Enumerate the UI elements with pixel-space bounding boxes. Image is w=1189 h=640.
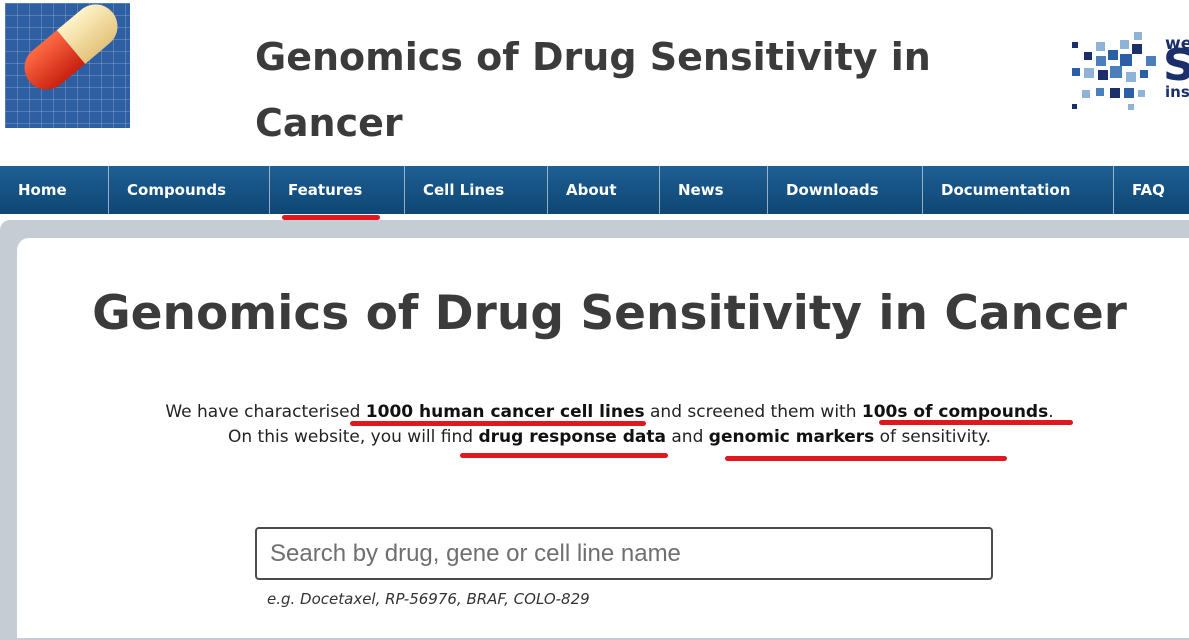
main-nav: Home Compounds Features Cell Lines About… <box>0 166 1189 214</box>
site-title: Genomics of Drug Sensitivity in Cancer <box>255 35 931 145</box>
annotation-underline <box>460 453 668 458</box>
nav-item-compounds[interactable]: Compounds <box>109 166 270 214</box>
annotation-underline <box>350 421 646 426</box>
nav-item-home[interactable]: Home <box>0 166 109 214</box>
partner-logo-text-3: ins <box>1165 83 1189 101</box>
intro-link-cell-lines[interactable]: 1000 human cancer cell lines <box>366 402 645 422</box>
partner-logo-text-2: S <box>1163 40 1189 91</box>
intro-text-part: of sensitivity. <box>874 427 991 447</box>
intro-text-part: We have characterised <box>165 402 366 422</box>
nav-item-faq[interactable]: FAQ <box>1114 166 1189 214</box>
pill-capsule-icon <box>15 3 127 99</box>
nav-item-cell-lines[interactable]: Cell Lines <box>405 166 548 214</box>
intro-text-part: and <box>665 427 709 447</box>
intro-link-genomic-markers[interactable]: genomic markers <box>709 427 874 447</box>
nav-item-downloads[interactable]: Downloads <box>768 166 923 214</box>
intro-text-part: On this website, you will find <box>228 427 479 447</box>
search-input[interactable] <box>255 527 993 580</box>
annotation-underline <box>879 420 1073 425</box>
search-example-text: e.g. Docetaxel, RP-56976, BRAF, COLO-829 <box>267 590 590 608</box>
nav-item-features[interactable]: Features <box>270 166 405 214</box>
nav-item-documentation[interactable]: Documentation <box>923 166 1114 214</box>
intro-link-compounds[interactable]: 100s of compounds <box>862 402 1048 422</box>
intro-link-drug-response[interactable]: drug response data <box>478 427 666 447</box>
nav-item-news[interactable]: News <box>660 166 768 214</box>
page-title: Genomics of Drug Sensitivity in Cancer <box>92 286 1127 341</box>
sanger-institute-logo[interactable]: we S ins <box>1068 28 1189 114</box>
intro-text-part: and screened them with <box>644 402 862 422</box>
annotation-underline <box>725 456 1007 461</box>
gdsc-logo[interactable] <box>5 3 130 128</box>
intro-text-part: . <box>1048 402 1054 422</box>
nav-item-about[interactable]: About <box>548 166 660 214</box>
